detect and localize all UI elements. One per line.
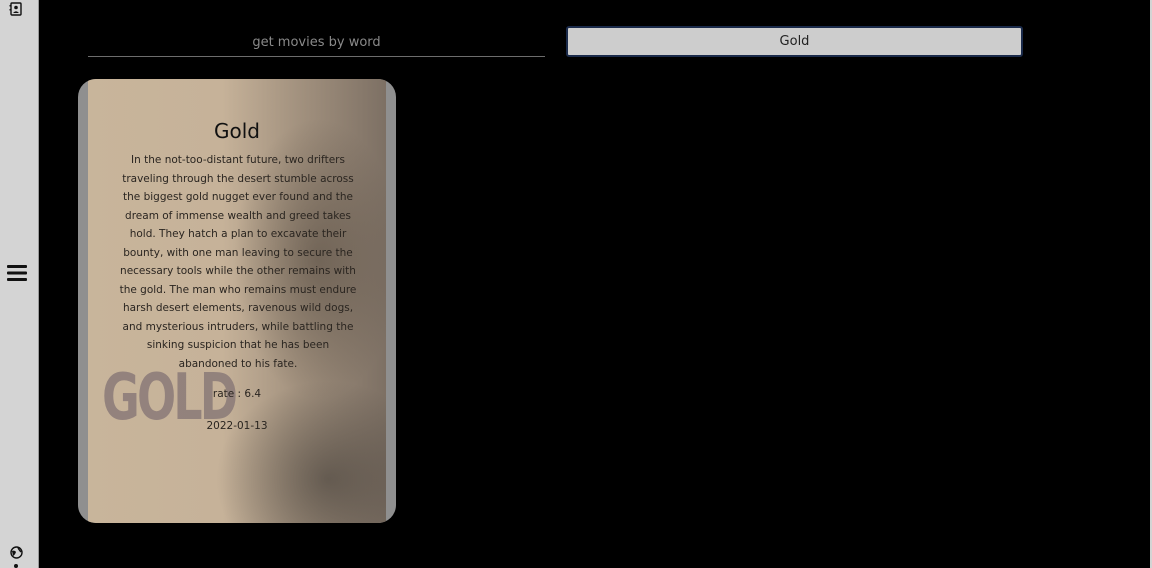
sidebar	[0, 0, 39, 568]
contact-icon[interactable]	[9, 2, 23, 16]
movie-rate: rate : 6.4	[212, 388, 262, 400]
movie-card[interactable]: GOLD Gold In the not-too-distant future,…	[78, 79, 396, 523]
movie-release-date: 2022-01-13	[206, 420, 268, 432]
movie-overview: In the not-too-distant future, two drift…	[119, 154, 357, 370]
hamburger-menu-icon[interactable]	[6, 262, 28, 284]
sidebar-dot	[14, 564, 18, 568]
search-input[interactable]	[88, 28, 545, 57]
movie-title: Gold	[214, 119, 260, 143]
query-display-box[interactable]	[566, 26, 1023, 57]
globe-icon[interactable]	[10, 546, 23, 559]
